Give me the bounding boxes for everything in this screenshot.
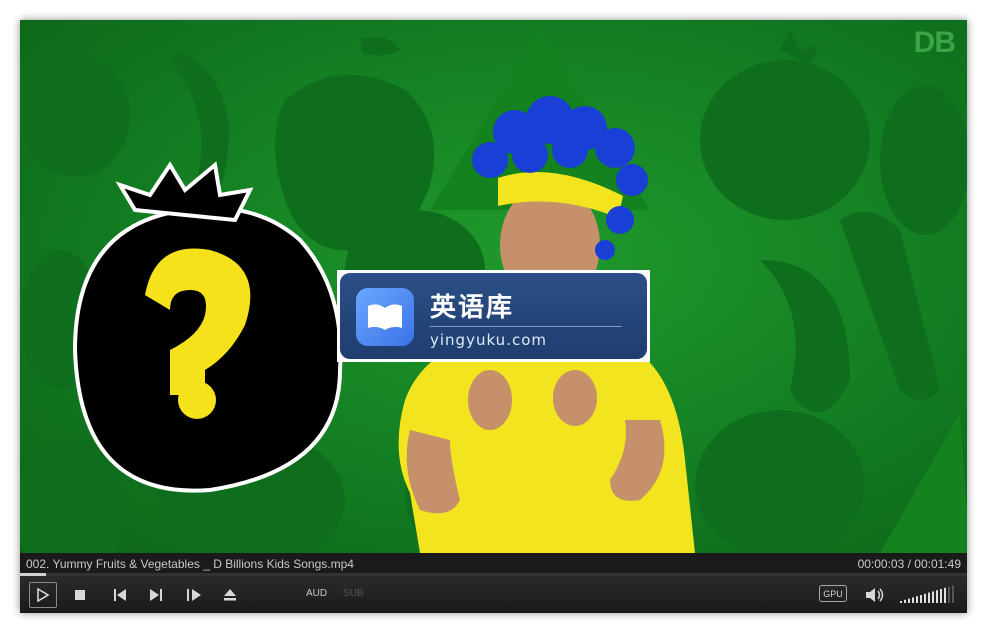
play-icon [37, 588, 49, 602]
stop-icon [74, 589, 86, 601]
eject-icon [223, 588, 237, 602]
volume-bar [912, 597, 914, 603]
skip-previous-icon [113, 588, 127, 602]
volume-bar [948, 586, 950, 603]
volume-slider[interactable] [900, 585, 956, 605]
site-logo-overlay: 英语库 yingyuku.com [337, 270, 650, 362]
frame-step-button[interactable] [183, 584, 205, 606]
speaker-icon [865, 587, 885, 603]
play-button[interactable] [29, 582, 57, 608]
volume-bar [924, 593, 926, 603]
gpu-toggle[interactable]: GPU [819, 585, 847, 602]
media-player-window: DB 英语库 yingyuku.com 002. Yummy Fruits & … [20, 20, 967, 613]
control-bar: AUD SUB GPU [20, 576, 967, 613]
volume-bar [952, 585, 954, 603]
skip-next-icon [149, 588, 163, 602]
overlay-divider [430, 326, 622, 327]
frame-step-icon [186, 588, 202, 602]
eject-button[interactable] [219, 584, 241, 606]
time-display: 00:00:03 / 00:01:49 [857, 557, 961, 571]
volume-bar [932, 591, 934, 603]
volume-bar [944, 587, 946, 603]
overlay-url: yingyuku.com [430, 331, 547, 349]
volume-bar [904, 599, 906, 603]
next-button[interactable] [145, 584, 167, 606]
volume-bar [928, 592, 930, 603]
overlay-panel: 英语库 yingyuku.com [340, 273, 647, 359]
volume-bar [908, 598, 910, 603]
stop-button[interactable] [69, 584, 91, 606]
file-name: 002. Yummy Fruits & Vegetables _ D Billi… [26, 557, 354, 571]
volume-bar [900, 601, 902, 603]
mute-button[interactable] [864, 584, 886, 606]
volume-bar [920, 595, 922, 603]
info-bar: 002. Yummy Fruits & Vegetables _ D Billi… [20, 553, 967, 575]
overlay-title: 英语库 [430, 293, 515, 323]
channel-watermark: DB [913, 26, 956, 59]
subtitle-button[interactable]: SUB [343, 588, 364, 599]
open-book-icon [356, 288, 414, 346]
volume-bar [936, 590, 938, 603]
volume-bar [916, 596, 918, 603]
previous-button[interactable] [109, 584, 131, 606]
volume-bar [940, 589, 942, 603]
video-frame[interactable]: DB 英语库 yingyuku.com [20, 20, 967, 553]
audio-track-button[interactable]: AUD [306, 588, 327, 599]
